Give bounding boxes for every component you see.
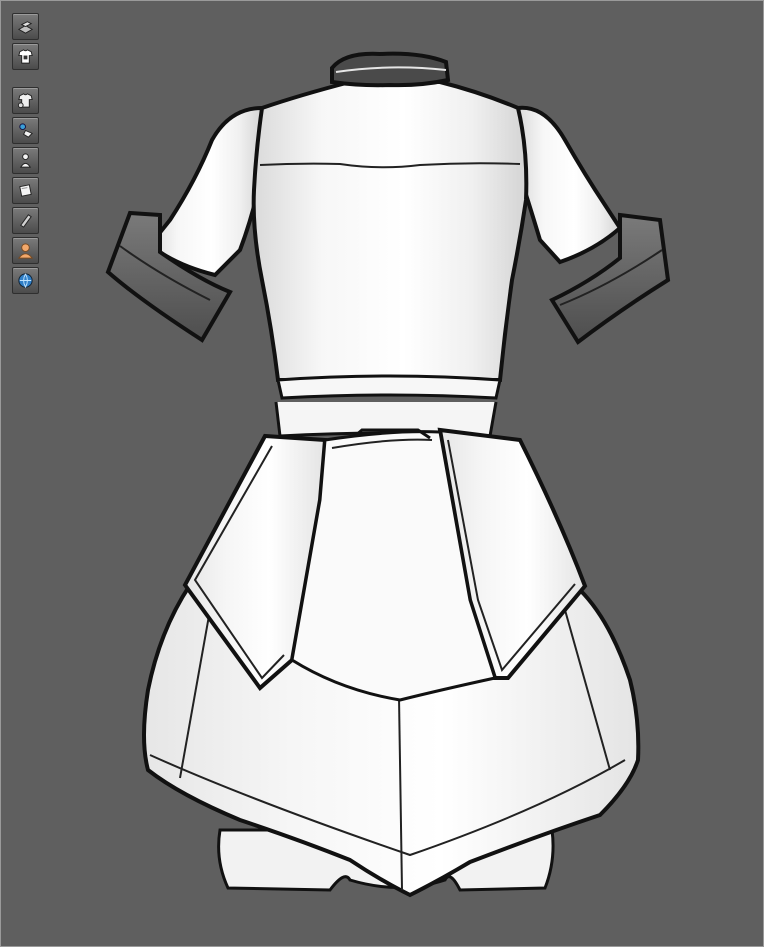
fabric-box-icon[interactable] — [12, 13, 39, 40]
texture-view-icon[interactable] — [12, 207, 39, 234]
show-avatar-icon[interactable] — [12, 147, 39, 174]
avatar-skin-icon[interactable] — [12, 237, 39, 264]
left-sleeve — [147, 105, 264, 278]
garment-tshirt-icon[interactable] — [12, 43, 39, 70]
view-toolbar — [12, 13, 39, 297]
waistband — [276, 374, 502, 400]
right-sleeve — [516, 105, 623, 265]
garment-3d-model[interactable] — [0, 0, 764, 947]
shirt-back — [251, 80, 529, 382]
environment-globe-icon[interactable] — [12, 267, 39, 294]
show-garment-icon[interactable] — [12, 87, 39, 114]
show-avatar-fabric-icon[interactable] — [12, 117, 39, 144]
show-pattern-icon[interactable] — [12, 177, 39, 204]
